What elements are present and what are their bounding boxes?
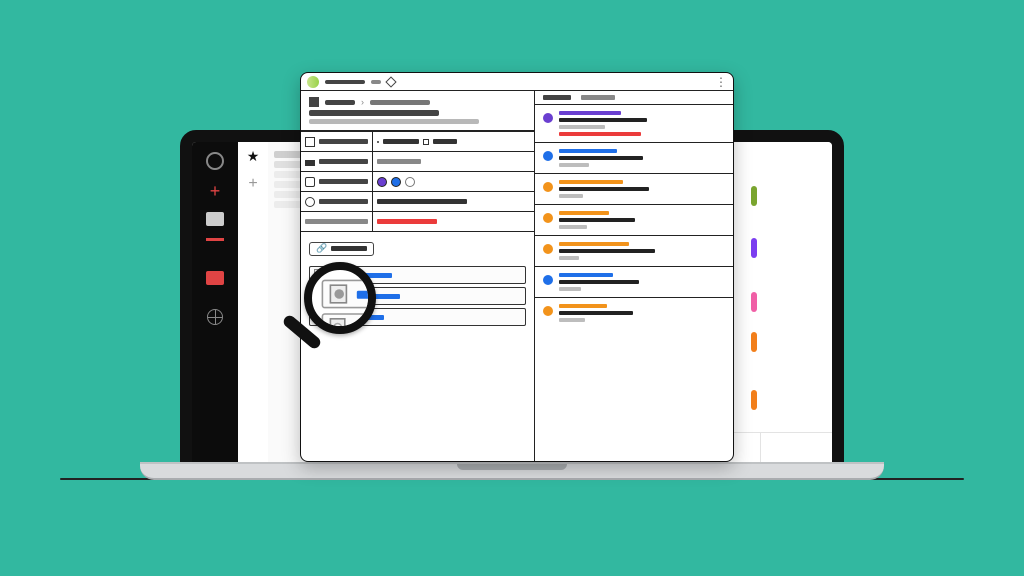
- status-dot-icon: [543, 244, 553, 254]
- globe-icon[interactable]: [207, 309, 223, 325]
- clock-icon: [305, 197, 315, 207]
- prop-key: [319, 159, 368, 164]
- user-icon: [305, 177, 315, 187]
- prop-value[interactable]: [383, 139, 419, 144]
- event-pill[interactable]: [751, 238, 757, 258]
- circle-icon: [377, 141, 379, 143]
- avatar-icon[interactable]: [391, 177, 401, 187]
- feed-line: [559, 118, 647, 122]
- feed-tabs: [535, 91, 733, 105]
- prop-value[interactable]: [377, 199, 467, 204]
- feed-line: [559, 218, 635, 222]
- feed-meta: [559, 163, 589, 167]
- detail-header: ›: [301, 91, 534, 131]
- feed-item[interactable]: [535, 205, 733, 236]
- feed-line: [559, 311, 633, 315]
- feed-title: [559, 304, 607, 308]
- tag-icon: [305, 160, 315, 166]
- avatar-icon[interactable]: [377, 177, 387, 187]
- laptop-base: [140, 462, 884, 480]
- feed-item[interactable]: [535, 105, 733, 143]
- feed-title: [559, 242, 629, 246]
- breadcrumb[interactable]: [325, 100, 355, 105]
- feed-meta: [559, 256, 579, 260]
- feed-meta: [559, 194, 583, 198]
- prop-key: [319, 199, 368, 204]
- feed-line: [559, 187, 649, 191]
- event-pill[interactable]: [751, 332, 757, 352]
- detail-subtitle: [309, 119, 479, 124]
- stage: + ★ +: [0, 0, 1024, 576]
- feed-meta: [559, 287, 581, 291]
- app-sidebar: +: [192, 142, 238, 466]
- activity-feed: [535, 91, 733, 461]
- record-icon[interactable]: [206, 238, 224, 241]
- laptop-notch: [457, 464, 567, 470]
- status-dot-icon: [543, 113, 553, 123]
- status-dot-icon: [543, 151, 553, 161]
- prop-row: [301, 151, 534, 171]
- prop-row: [301, 131, 534, 151]
- prop-key: [305, 219, 368, 224]
- feed-item[interactable]: [535, 267, 733, 298]
- tab[interactable]: [325, 80, 365, 84]
- feed-title: [559, 149, 617, 153]
- favorites-panel: ★ +: [238, 142, 268, 466]
- square-icon: [305, 137, 315, 147]
- feed-meta: [559, 125, 605, 129]
- more-icon[interactable]: ⋮: [715, 76, 727, 88]
- feed-title: [559, 273, 613, 277]
- modal-titlebar: ⋮: [301, 73, 733, 91]
- prop-key: [319, 179, 368, 184]
- feed-tab[interactable]: [543, 95, 571, 100]
- feed-line: [559, 280, 639, 284]
- magnifier-lens: [304, 262, 376, 334]
- breadcrumb[interactable]: [370, 100, 430, 105]
- home-icon[interactable]: [206, 212, 224, 226]
- feed-title: [559, 180, 623, 184]
- feed-line: [559, 156, 643, 160]
- feed-alert-line: [559, 132, 641, 136]
- feed-tab[interactable]: [581, 95, 615, 100]
- status-dot-icon: [543, 275, 553, 285]
- prop-value[interactable]: [377, 159, 421, 164]
- event-pill[interactable]: [751, 390, 757, 410]
- prop-value-alert[interactable]: [377, 219, 437, 224]
- detail-title: [309, 110, 439, 116]
- feed-meta: [559, 225, 587, 229]
- prop-key: [319, 139, 368, 144]
- star-icon[interactable]: ★: [247, 148, 260, 165]
- camera-icon[interactable]: [206, 271, 224, 285]
- window-pill-icon: [307, 76, 319, 88]
- tab-small[interactable]: [371, 80, 381, 84]
- link-chip[interactable]: 🔗: [309, 242, 374, 256]
- status-dot-icon: [543, 182, 553, 192]
- event-pill[interactable]: [751, 186, 757, 206]
- properties-table: [301, 131, 534, 232]
- menu-icon[interactable]: [206, 152, 224, 170]
- prop-row: [301, 171, 534, 191]
- feed-item[interactable]: [535, 174, 733, 205]
- feed-line: [559, 249, 655, 253]
- add-icon[interactable]: +: [210, 182, 221, 200]
- add-avatar-icon[interactable]: [405, 177, 415, 187]
- status-dot-icon: [543, 306, 553, 316]
- prop-row: [301, 211, 534, 231]
- expand-icon[interactable]: [385, 76, 396, 87]
- feed-meta: [559, 318, 585, 322]
- feed-item[interactable]: [535, 143, 733, 174]
- add-favorite-icon[interactable]: +: [248, 175, 257, 193]
- event-pill[interactable]: [751, 292, 757, 312]
- link-icon: 🔗: [316, 243, 327, 254]
- link-label: [331, 246, 367, 251]
- magnifier-icon: [286, 256, 386, 356]
- feed-item[interactable]: [535, 236, 733, 267]
- status-dot-icon: [543, 213, 553, 223]
- square-icon: [423, 139, 429, 145]
- feed-title: [559, 111, 621, 115]
- prop-row: [301, 191, 534, 211]
- feed-title: [559, 211, 609, 215]
- breadcrumb-icon: [309, 97, 319, 107]
- feed-item[interactable]: [535, 298, 733, 328]
